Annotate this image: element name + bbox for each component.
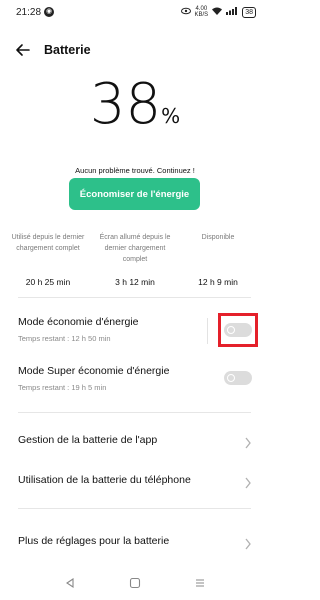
menu-label: Plus de réglages pour la batterie xyxy=(18,535,170,547)
nav-back-icon[interactable] xyxy=(64,576,76,589)
header: Batterie xyxy=(0,38,270,62)
battery-indicator: 38 xyxy=(242,6,256,18)
stat-value: 20 h 25 min xyxy=(25,277,71,287)
divider xyxy=(18,508,251,509)
super-power-saving-subtitle: Temps restant : 19 h 5 min xyxy=(18,383,107,392)
power-saving-title[interactable]: Mode économie d'énergie xyxy=(18,316,139,328)
chevron-right-icon xyxy=(244,476,252,489)
net-speed: 4.00 KB/S xyxy=(195,6,209,18)
super-power-saving-toggle[interactable] xyxy=(224,371,252,385)
divider xyxy=(18,412,251,413)
stat-label: Utilisé depuis le dernier chargement com… xyxy=(11,234,85,252)
stat-label: Disponible xyxy=(201,234,235,241)
menu-app-battery-management[interactable]: Gestion de la batterie de l'app xyxy=(0,426,270,458)
nav-home-icon[interactable] xyxy=(129,576,141,589)
chevron-right-icon xyxy=(244,436,252,449)
stat-value: 12 h 9 min xyxy=(198,277,238,287)
status-icons: 4.00 KB/S 38 xyxy=(180,6,256,18)
battery-percent-value: 38 xyxy=(89,72,162,137)
power-saving-subtitle: Temps restant : 12 h 50 min xyxy=(18,334,111,343)
percent-sign: % xyxy=(161,104,181,128)
toggle-knob xyxy=(227,374,235,382)
system-nav-bar xyxy=(0,572,270,594)
menu-label: Gestion de la batterie de l'app xyxy=(18,434,158,446)
menu-label: Utilisation de la batterie du téléphone xyxy=(18,474,191,486)
highlight-box xyxy=(218,313,258,347)
stat-screen-on: Écran allumé depuis le dernier chargemen… xyxy=(95,232,175,287)
chevron-right-icon xyxy=(244,537,252,550)
stat-label: Écran allumé depuis le dernier chargemen… xyxy=(99,234,171,263)
nav-recents-icon[interactable] xyxy=(194,576,206,588)
divider xyxy=(18,297,251,298)
super-power-saving-title[interactable]: Mode Super économie d'énergie xyxy=(18,365,169,377)
back-arrow-icon[interactable] xyxy=(14,41,32,59)
battery-percentage: 38% xyxy=(0,72,270,137)
net-speed-unit: KB/S xyxy=(194,12,209,18)
menu-more-battery-settings[interactable]: Plus de réglages pour la batterie xyxy=(0,527,270,559)
stat-value: 3 h 12 min xyxy=(115,277,155,287)
notification-icon: ◉ xyxy=(44,7,54,17)
page-title: Batterie xyxy=(44,43,91,57)
status-time: 21:28 xyxy=(16,7,42,18)
divider-vertical xyxy=(207,318,208,344)
status-bar: 21:28 ◉ 4.00 KB/S 38 xyxy=(0,0,270,24)
save-energy-button[interactable]: Économiser de l'énergie xyxy=(69,178,200,210)
eye-icon xyxy=(180,7,191,17)
signal-icon xyxy=(226,7,238,17)
menu-phone-battery-usage[interactable]: Utilisation de la batterie du téléphone xyxy=(0,466,270,498)
stat-available: Disponible 12 h 9 min xyxy=(178,232,258,287)
stat-used-since-charge: Utilisé depuis le dernier chargement com… xyxy=(8,232,88,287)
status-message: Aucun problème trouvé. Continuez ! xyxy=(75,166,195,175)
wifi-icon xyxy=(212,7,223,17)
